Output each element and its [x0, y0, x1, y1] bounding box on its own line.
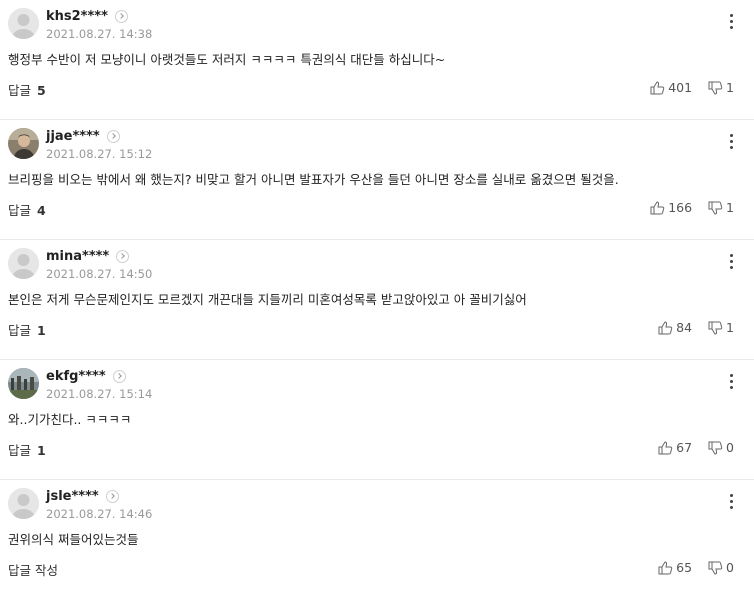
more-vertical-icon[interactable]	[730, 374, 734, 390]
reply-count: 4	[37, 203, 46, 218]
chevron-right-icon[interactable]	[106, 130, 120, 143]
dislike-count: 1	[726, 200, 734, 215]
reply-button[interactable]: 답글 5	[8, 80, 46, 99]
more-vertical-icon[interactable]	[730, 494, 734, 510]
dislike-button[interactable]: 0	[708, 440, 734, 455]
vote-group: 401 1	[650, 80, 734, 95]
comment-item: khs2**** 2021.08.27. 14:38 행정부 수반이 저 모냥이…	[0, 0, 754, 120]
comment-text: 본인은 저게 무슨문제인지도 모르겠지 개끈대들 지들끼리 미혼여성목록 받고앉…	[8, 292, 527, 307]
reply-label: 답글	[8, 203, 32, 218]
reply-count: 1	[37, 323, 46, 338]
nickname-text: jsle****	[46, 489, 99, 504]
like-count: 67	[676, 440, 693, 455]
reply-label: 답글	[8, 443, 32, 458]
comment-nickname[interactable]: jjae****	[46, 129, 120, 144]
comment-date: 2021.08.27. 14:50	[46, 267, 153, 281]
vote-group: 84 1	[658, 320, 734, 335]
more-vertical-icon[interactable]	[730, 254, 734, 270]
chevron-right-icon[interactable]	[116, 250, 130, 263]
like-button[interactable]: 67	[658, 440, 692, 455]
avatar[interactable]	[8, 128, 39, 159]
avatar[interactable]	[8, 8, 39, 39]
reply-button[interactable]: 답글 1	[8, 440, 46, 459]
comment-item: jjae**** 2021.08.27. 15:12 브리핑을 비오는 밖에서 …	[0, 120, 754, 240]
thumbs-up-icon	[658, 560, 673, 574]
thumbs-up-icon	[650, 200, 665, 214]
vote-group: 67 0	[658, 440, 734, 455]
like-count: 166	[668, 200, 693, 215]
like-count: 84	[676, 320, 693, 335]
thumbs-up-icon	[658, 320, 673, 334]
comment-nickname[interactable]: mina****	[46, 249, 130, 264]
nickname-text: ekfg****	[46, 369, 106, 384]
thumbs-down-icon	[708, 81, 723, 95]
comment-date: 2021.08.27. 15:12	[46, 147, 153, 161]
like-count: 65	[676, 560, 693, 575]
comment-text: 권위의식 쩌들어있는것들	[8, 532, 139, 547]
user-photo-icon	[8, 128, 39, 159]
nickname-text: mina****	[46, 249, 110, 264]
comment-list: khs2**** 2021.08.27. 14:38 행정부 수반이 저 모냥이…	[0, 0, 754, 600]
comment-date: 2021.08.27. 14:38	[46, 27, 153, 41]
chevron-right-icon[interactable]	[114, 10, 128, 23]
thumbs-down-icon	[708, 561, 723, 575]
dislike-count: 0	[726, 440, 734, 455]
dislike-count: 0	[726, 560, 734, 575]
reply-button[interactable]: 답글 작성	[8, 560, 60, 579]
default-avatar-icon	[8, 8, 39, 39]
comment-date: 2021.08.27. 14:46	[46, 507, 153, 521]
like-button[interactable]: 65	[658, 560, 692, 575]
thumbs-down-icon	[708, 441, 723, 455]
avatar[interactable]	[8, 488, 39, 519]
dislike-count: 1	[726, 320, 734, 335]
comment-nickname[interactable]: jsle****	[46, 489, 119, 504]
like-button[interactable]: 84	[658, 320, 692, 335]
thumbs-down-icon	[708, 321, 723, 335]
comment-item: ekfg**** 2021.08.27. 15:14 와..기가친다.. ㅋㅋㅋ…	[0, 360, 754, 480]
reply-label: 답글 작성	[8, 563, 58, 578]
reply-count: 5	[37, 83, 46, 98]
dislike-button[interactable]: 1	[708, 200, 734, 215]
comment-text: 행정부 수반이 저 모냥이니 아랫것들도 저러지 ㅋㅋㅋㅋ 특권의식 대단들 하…	[8, 52, 446, 67]
comment-item: mina**** 2021.08.27. 14:50 본인은 저게 무슨문제인지…	[0, 240, 754, 360]
dislike-button[interactable]: 0	[708, 560, 734, 575]
nickname-text: khs2****	[46, 9, 108, 24]
reply-button[interactable]: 답글 4	[8, 200, 46, 219]
thumbs-down-icon	[708, 201, 723, 215]
like-button[interactable]: 401	[650, 80, 692, 95]
dislike-button[interactable]: 1	[708, 80, 734, 95]
reply-count: 1	[37, 443, 46, 458]
comment-text: 브리핑을 비오는 밖에서 왜 했는지? 비맞고 할거 아니면 발표자가 우산을 …	[8, 172, 619, 187]
reply-button[interactable]: 답글 1	[8, 320, 46, 339]
chevron-right-icon[interactable]	[112, 370, 126, 383]
thumbs-up-icon	[650, 80, 665, 94]
avatar[interactable]	[8, 368, 39, 399]
comment-text: 와..기가친다.. ㅋㅋㅋㅋ	[8, 412, 132, 427]
like-button[interactable]: 166	[650, 200, 692, 215]
like-count: 401	[668, 80, 693, 95]
comment-nickname[interactable]: ekfg****	[46, 369, 126, 384]
nickname-text: jjae****	[46, 129, 100, 144]
vote-group: 166 1	[650, 200, 734, 215]
reply-label: 답글	[8, 323, 32, 338]
comment-item: jsle**** 2021.08.27. 14:46 권위의식 쩌들어있는것들 …	[0, 480, 754, 600]
dislike-button[interactable]: 1	[708, 320, 734, 335]
chevron-right-icon[interactable]	[105, 490, 119, 503]
more-vertical-icon[interactable]	[730, 14, 734, 30]
user-photo-icon	[8, 368, 39, 399]
vote-group: 65 0	[658, 560, 734, 575]
more-vertical-icon[interactable]	[730, 134, 734, 150]
dislike-count: 1	[726, 80, 734, 95]
reply-label: 답글	[8, 83, 32, 98]
default-avatar-icon	[8, 248, 39, 279]
avatar[interactable]	[8, 248, 39, 279]
thumbs-up-icon	[658, 440, 673, 454]
default-avatar-icon	[8, 488, 39, 519]
comment-date: 2021.08.27. 15:14	[46, 387, 153, 401]
comment-nickname[interactable]: khs2****	[46, 9, 128, 24]
